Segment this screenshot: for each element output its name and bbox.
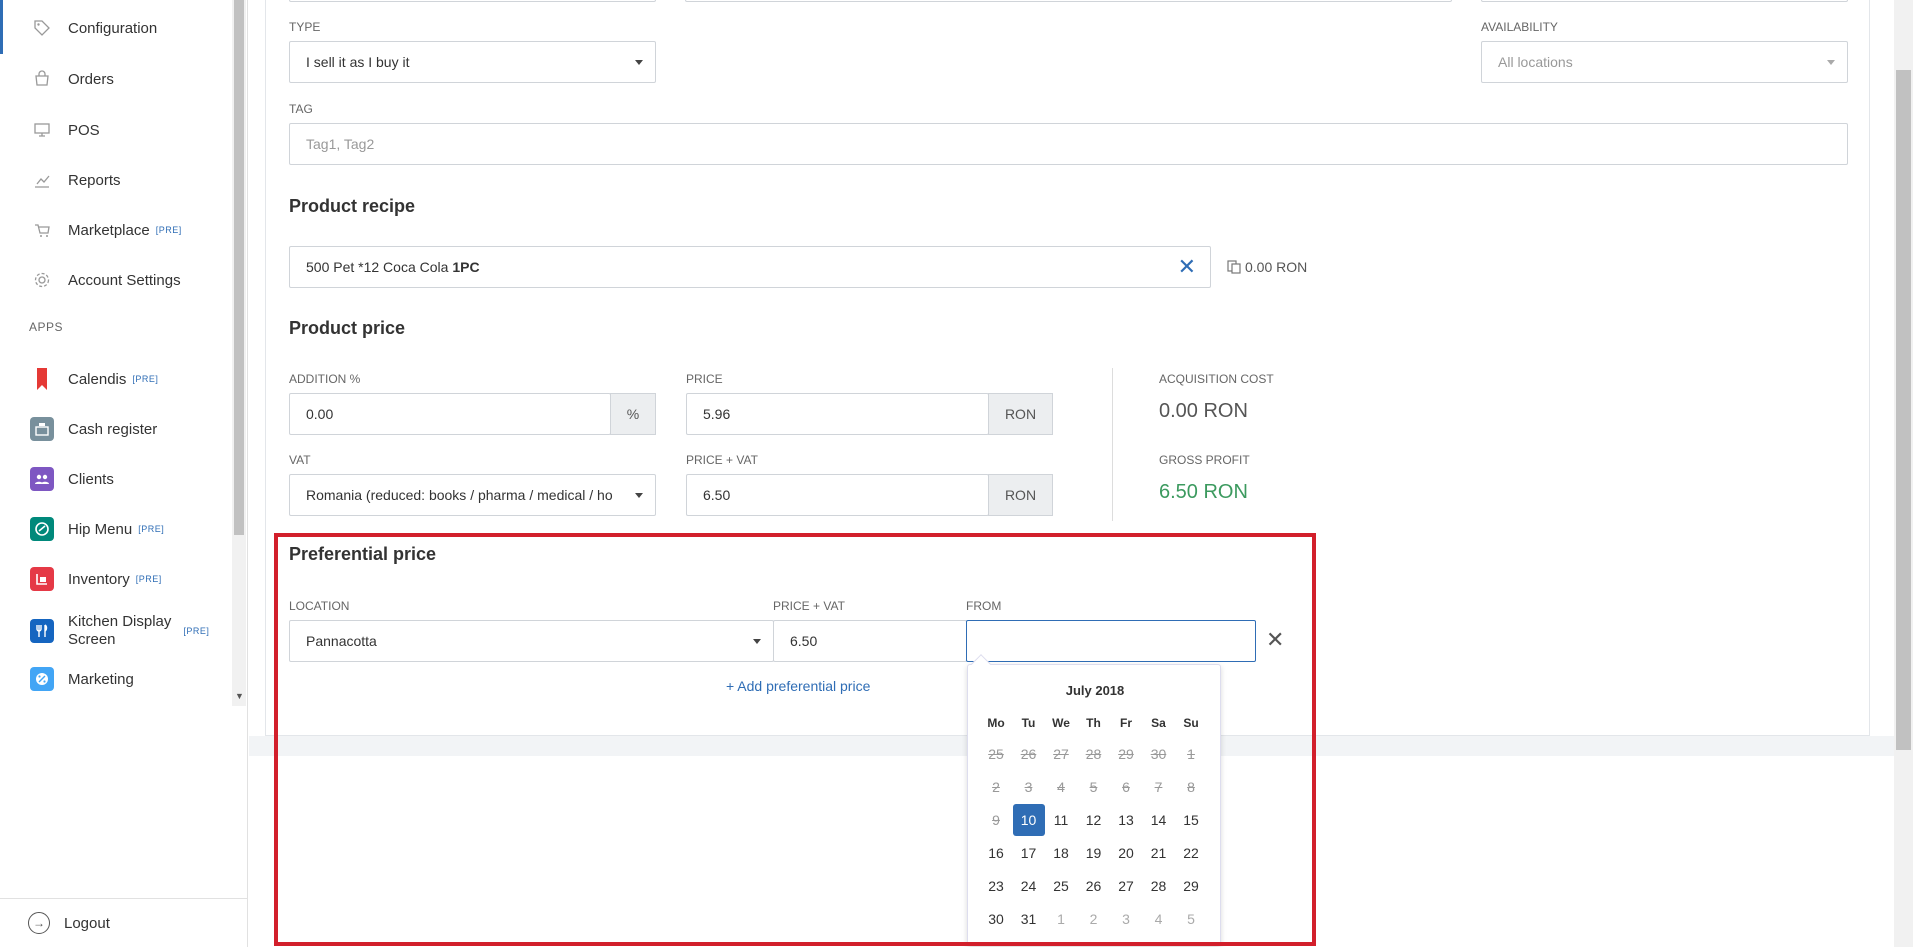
- users-icon: [30, 467, 54, 491]
- product-price-title: Product price: [289, 318, 406, 338]
- sidebar-item-label-line2: Screen: [68, 631, 116, 648]
- addition-input[interactable]: 0.00: [289, 393, 611, 435]
- recipe-cost: 0.00 RON: [1227, 259, 1307, 275]
- logout-icon: →: [28, 912, 50, 934]
- sidebar-item-label: Kitchen Display Screen: [68, 613, 171, 649]
- sidebar-item-reports[interactable]: Reports: [0, 160, 230, 200]
- remove-recipe-icon[interactable]: ✕: [1178, 254, 1196, 280]
- sidebar-item-label: Marketing: [68, 670, 134, 688]
- bookmark-icon: [30, 367, 54, 391]
- cash-register-icon: [30, 417, 54, 441]
- pre-badge: [PRE]: [183, 626, 210, 636]
- product-recipe-title: Product recipe: [289, 196, 416, 216]
- chevron-down-icon: [635, 60, 643, 65]
- sidebar-item-account-settings[interactable]: Account Settings: [0, 260, 230, 300]
- price-vat-value: 6.50: [703, 487, 731, 503]
- recipe-item-text: 500 Pet *12 Coca Cola: [306, 259, 453, 275]
- hip-menu-icon: [30, 517, 54, 541]
- top-field-2[interactable]: [685, 0, 1452, 2]
- sidebar-item-label-line1: Kitchen Display: [68, 613, 172, 630]
- highlight-annotation-box: [274, 533, 1316, 946]
- price-vat-input[interactable]: 6.50: [686, 474, 989, 516]
- main-scrollbar-thumb[interactable]: [1896, 70, 1911, 750]
- acquisition-cost-value: 0.00 RON: [1159, 400, 1248, 422]
- type-select[interactable]: I sell it as I buy it: [289, 41, 656, 83]
- price-divider: [1112, 368, 1113, 521]
- sidebar-item-label: Cash register: [68, 420, 158, 438]
- addition-label: ADDITION %: [289, 372, 361, 386]
- addition-value: 0.00: [306, 406, 334, 422]
- tag-label: TAG: [289, 102, 313, 116]
- percent-addon: %: [610, 393, 656, 435]
- utensils-icon: [30, 619, 54, 643]
- sidebar-item-label: Calendis: [68, 370, 127, 388]
- sidebar-app-inventory[interactable]: Inventory [PRE]: [0, 559, 230, 599]
- sidebar-item-label: Inventory: [68, 570, 130, 588]
- sidebar-app-cash-register[interactable]: Cash register: [0, 409, 230, 449]
- sidebar-scrollbar-thumb[interactable]: [234, 0, 244, 535]
- price-vat-currency-addon: RON: [988, 474, 1053, 516]
- gross-profit-value: 6.50 RON: [1159, 481, 1248, 503]
- basket-icon: [32, 220, 52, 240]
- price-currency-addon: RON: [988, 393, 1053, 435]
- pre-badge: [PRE]: [155, 225, 182, 235]
- sidebar-item-label: Orders: [68, 70, 114, 88]
- sidebar-item-label: Marketplace: [68, 221, 150, 239]
- logout-button[interactable]: → Logout: [0, 898, 248, 947]
- pre-badge: [PRE]: [135, 574, 162, 584]
- sidebar-app-marketing[interactable]: Marketing: [0, 659, 230, 699]
- top-field-3[interactable]: [1481, 0, 1848, 2]
- type-label: TYPE: [289, 20, 321, 34]
- sidebar-item-pos[interactable]: POS: [0, 110, 230, 150]
- sidebar-app-calendis[interactable]: Calendis [PRE]: [0, 359, 230, 399]
- gross-profit-label: GROSS PROFIT: [1159, 453, 1250, 467]
- vat-select-value: Romania (reduced: books / pharma / medic…: [306, 487, 613, 503]
- sidebar: Configuration Orders POS Reports Marketp…: [0, 0, 248, 947]
- availability-placeholder: All locations: [1498, 54, 1573, 70]
- price-input[interactable]: 5.96: [686, 393, 989, 435]
- sidebar-item-configuration[interactable]: Configuration: [0, 8, 230, 48]
- apps-header: APPS: [29, 320, 64, 334]
- sidebar-item-label: POS: [68, 121, 100, 139]
- chevron-down-icon: [1827, 60, 1835, 65]
- sidebar-item-marketplace[interactable]: Marketplace [PRE]: [0, 210, 230, 250]
- price-vat-label: PRICE + VAT: [686, 453, 758, 467]
- availability-select[interactable]: All locations: [1481, 41, 1848, 83]
- vat-select[interactable]: Romania (reduced: books / pharma / medic…: [289, 474, 656, 516]
- sidebar-item-orders[interactable]: Orders: [0, 59, 230, 99]
- tag-input[interactable]: Tag1, Tag2: [289, 123, 1848, 165]
- gear-icon: [32, 270, 52, 290]
- type-select-value: I sell it as I buy it: [306, 54, 410, 70]
- sidebar-item-label: Hip Menu: [68, 520, 133, 538]
- sidebar-item-label: Configuration: [68, 19, 158, 37]
- price-label: PRICE: [686, 372, 723, 386]
- price-value: 5.96: [703, 406, 731, 422]
- tag-placeholder: Tag1, Tag2: [306, 136, 375, 152]
- inventory-icon: [30, 567, 54, 591]
- availability-label: AVAILABILITY: [1481, 20, 1558, 34]
- recipe-cost-value: 0.00 RON: [1245, 259, 1308, 275]
- acquisition-cost-label: ACQUISITION COST: [1159, 372, 1274, 386]
- top-field-1[interactable]: [289, 0, 656, 2]
- recipe-item-field[interactable]: 500 Pet *12 Coca Cola 1PC ✕: [289, 246, 1211, 288]
- logout-label: Logout: [64, 914, 110, 932]
- cost-icon: [1227, 260, 1241, 274]
- pre-badge: [PRE]: [132, 374, 159, 384]
- recipe-item-qty: 1PC: [452, 259, 480, 275]
- scroll-down-arrow-icon[interactable]: ▼: [235, 691, 244, 701]
- cart-icon: [32, 69, 52, 89]
- sidebar-app-clients[interactable]: Clients: [0, 459, 230, 499]
- sidebar-item-label: Reports: [68, 171, 121, 189]
- monitor-icon: [32, 120, 52, 140]
- pre-badge: [PRE]: [138, 524, 165, 534]
- tag-icon: [32, 18, 52, 38]
- chevron-down-icon: [635, 493, 643, 498]
- vat-label: VAT: [289, 453, 311, 467]
- sidebar-item-label: Clients: [68, 470, 114, 488]
- sidebar-app-hip-menu[interactable]: Hip Menu [PRE]: [0, 509, 230, 549]
- percent-icon: [30, 667, 54, 691]
- sidebar-item-label: Account Settings: [68, 271, 181, 289]
- sidebar-app-kitchen-display[interactable]: Kitchen Display Screen [PRE]: [0, 609, 230, 653]
- chart-icon: [32, 170, 52, 190]
